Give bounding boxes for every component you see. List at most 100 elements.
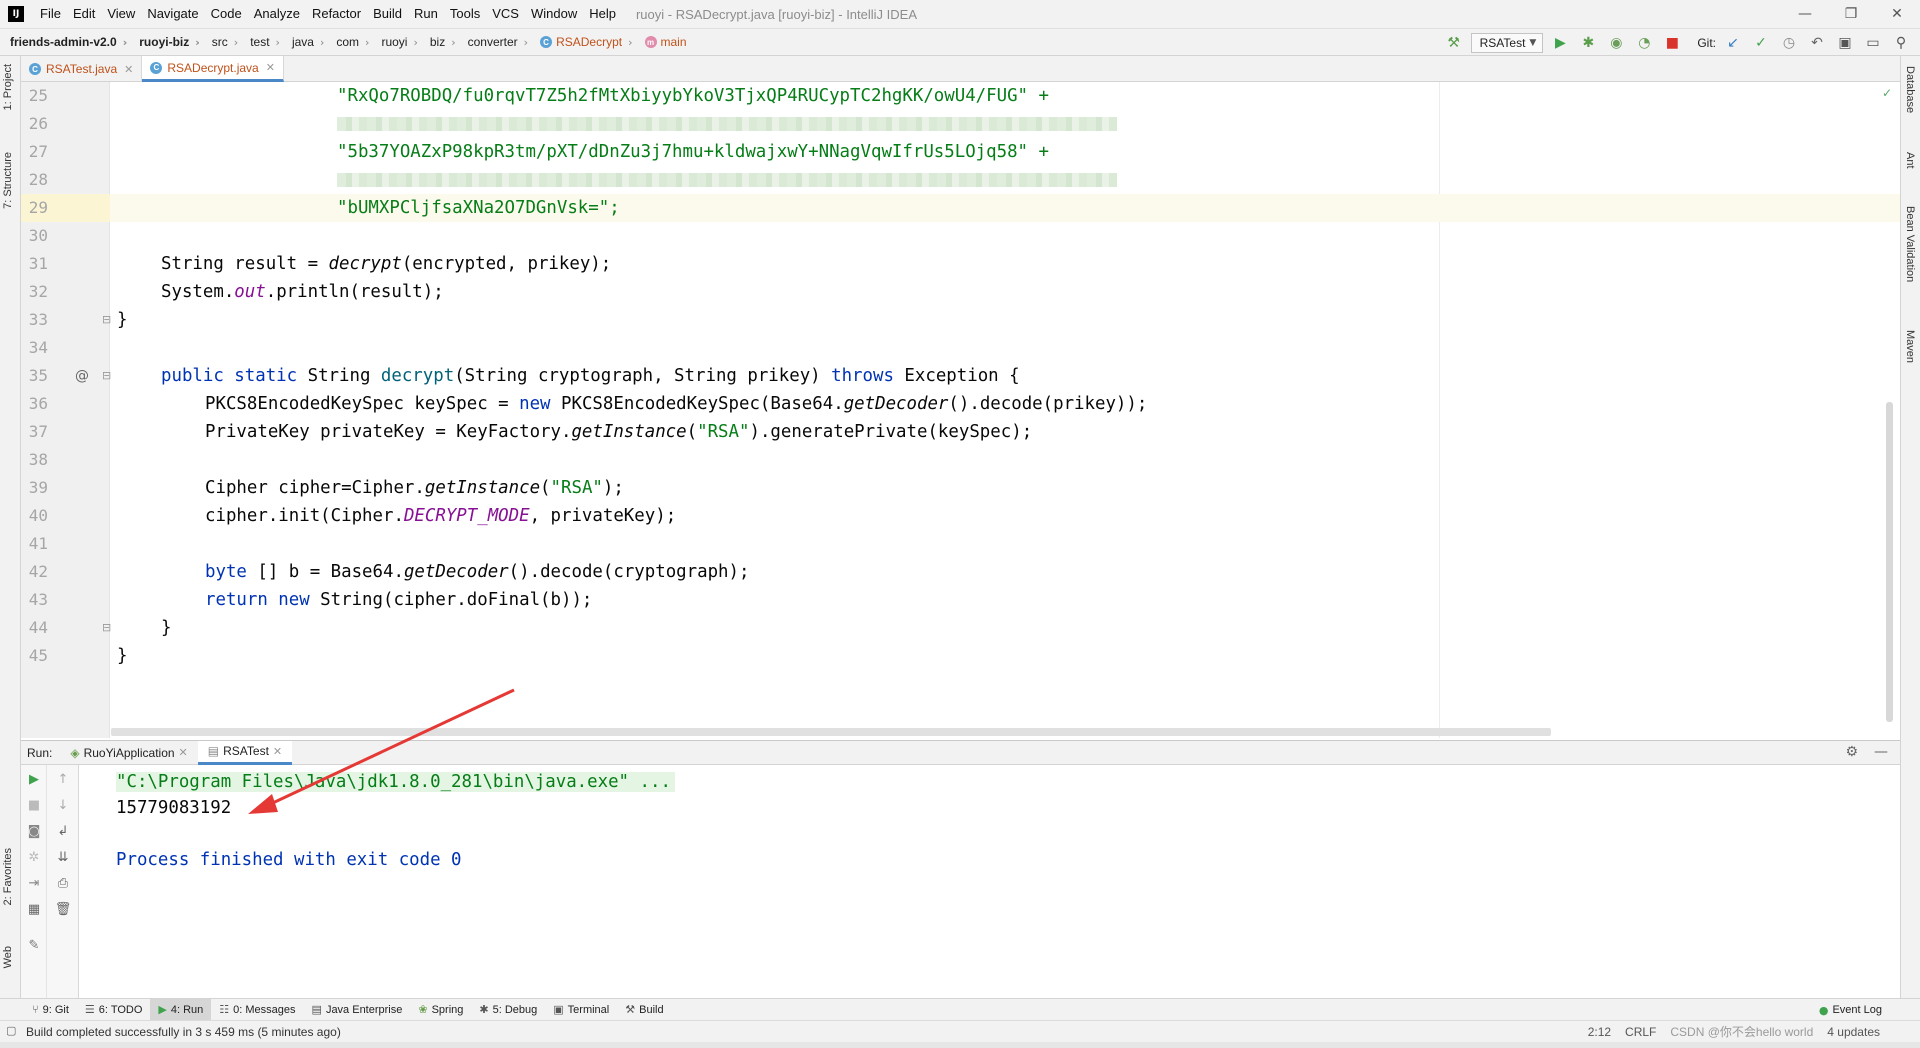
close-tab-icon[interactable]: ✕ bbox=[124, 63, 133, 76]
tool-spring[interactable]: ❀ Spring bbox=[410, 999, 471, 1021]
database-tool-tab[interactable]: Database bbox=[1904, 66, 1916, 113]
structure-tool-tab[interactable]: 7: Structure bbox=[2, 152, 14, 209]
bean-validation-tool-tab[interactable]: Bean Validation bbox=[1904, 206, 1916, 282]
git-update-icon[interactable]: ↙ bbox=[1722, 32, 1744, 54]
scroll-to-end-icon[interactable]: ⇊ bbox=[53, 847, 73, 867]
ant-tool-tab[interactable]: Ant bbox=[1904, 152, 1916, 169]
tool-java-enterprise[interactable]: ▤ Java Enterprise bbox=[304, 999, 411, 1021]
breadcrumb-dir-src[interactable]: src › bbox=[202, 35, 240, 49]
window-controls: — ❐ ✕ bbox=[1782, 0, 1920, 28]
bottom-edge bbox=[0, 1042, 1920, 1048]
coverage-icon[interactable]: ◉ bbox=[1605, 32, 1627, 54]
close-tab-icon[interactable]: ✕ bbox=[266, 61, 275, 74]
menu-edit[interactable]: Edit bbox=[67, 0, 101, 28]
menu-file[interactable]: File bbox=[34, 0, 67, 28]
run-tab-ruoyiapplication[interactable]: ◈ RuoYiApplication ✕ bbox=[60, 741, 197, 765]
fold-marker-icon[interactable]: ⊟ bbox=[102, 362, 111, 390]
close-tab-icon[interactable]: ✕ bbox=[273, 745, 282, 758]
pin-icon[interactable]: ✎ bbox=[24, 935, 44, 955]
breadcrumb-dir-test[interactable]: test › bbox=[240, 35, 282, 49]
tool-build[interactable]: ⚒ Build bbox=[617, 999, 671, 1021]
run-tab-rsatest[interactable]: ▤ RSATest ✕ bbox=[197, 740, 293, 765]
tool-run[interactable]: ▶ 4: Run bbox=[150, 998, 212, 1021]
tool-debug[interactable]: ✱ 5: Debug bbox=[471, 999, 545, 1021]
tab-rsatest-java[interactable]: C RSATest.java ✕ bbox=[21, 56, 143, 82]
line-separator[interactable]: CRLF bbox=[1625, 1021, 1656, 1043]
console-output[interactable]: "C:\Program Files\Java\jdk1.8.0_281\bin\… bbox=[79, 765, 1900, 999]
breadcrumb-dir-com[interactable]: com › bbox=[326, 35, 371, 49]
fold-marker-icon[interactable]: ⊟ bbox=[102, 614, 111, 642]
print-icon[interactable]: ⎙ bbox=[53, 873, 73, 893]
stop-icon[interactable]: ■ bbox=[24, 795, 44, 815]
menu-vcs[interactable]: VCS bbox=[486, 0, 525, 28]
run-configuration-select[interactable]: RSATest ▼ bbox=[1470, 33, 1544, 53]
menu-help[interactable]: Help bbox=[583, 0, 622, 28]
menu-analyze[interactable]: Analyze bbox=[248, 0, 306, 28]
breadcrumb-dir-ruoyi[interactable]: ruoyi › bbox=[371, 35, 419, 49]
tool-terminal[interactable]: ▣ Terminal bbox=[545, 999, 617, 1021]
tool-git[interactable]: ⑂ 9: Git bbox=[24, 999, 77, 1021]
git-rollback-icon[interactable]: ↶ bbox=[1806, 32, 1828, 54]
breadcrumb-dir-java[interactable]: java › bbox=[282, 35, 326, 49]
code-editor[interactable]: ✓ 25 "RxQo7ROBDQ/fu0rqvT7Z5h2fMtXbiyybYko… bbox=[21, 82, 1900, 738]
debug-icon[interactable]: ✱ bbox=[1577, 32, 1599, 54]
exit-icon[interactable]: ⇥ bbox=[24, 873, 44, 893]
git-commit-icon[interactable]: ✓ bbox=[1750, 32, 1772, 54]
breadcrumb-project[interactable]: friends-admin-v2.0 › bbox=[0, 35, 129, 49]
project-structure-icon[interactable]: ▣ bbox=[1834, 32, 1856, 54]
gear-icon[interactable]: ⚙ bbox=[1845, 744, 1858, 760]
code-string: "5b37YOAZxP98kpR3tm/pXT/dDnZu3j7hmu+kldw… bbox=[337, 142, 1049, 162]
scrollbar-thumb[interactable] bbox=[1886, 402, 1893, 722]
soft-wrap-icon[interactable]: ↲ bbox=[53, 821, 73, 841]
breadcrumb-dir-label: test bbox=[250, 35, 270, 49]
spring-boot-icon: ◈ bbox=[70, 745, 80, 760]
breadcrumb-dir-converter[interactable]: converter › bbox=[458, 35, 530, 49]
menu-run[interactable]: Run bbox=[408, 0, 444, 28]
restore-button[interactable]: ❐ bbox=[1828, 0, 1874, 28]
hide-icon[interactable]: — bbox=[1874, 744, 1888, 760]
tool-messages[interactable]: ☷ 0: Messages bbox=[211, 999, 303, 1021]
hammer-build-icon[interactable]: ⚒ bbox=[1443, 32, 1465, 54]
tab-rsadecrypt-java[interactable]: C RSADecrypt.java ✕ bbox=[142, 56, 284, 82]
breadcrumb-method[interactable]: m main bbox=[635, 35, 689, 49]
menu-navigate[interactable]: Navigate bbox=[141, 0, 204, 28]
menu-window[interactable]: Window bbox=[525, 0, 583, 28]
menu-tools[interactable]: Tools bbox=[444, 0, 486, 28]
close-window-button[interactable]: ✕ bbox=[1874, 0, 1920, 28]
git-history-icon[interactable]: ◷ bbox=[1778, 32, 1800, 54]
profile-icon[interactable]: ◔ bbox=[1633, 32, 1655, 54]
search-icon[interactable]: ⚲ bbox=[1890, 32, 1912, 54]
project-tool-tab[interactable]: 1: Project bbox=[2, 64, 14, 110]
web-tool-tab[interactable]: Web bbox=[2, 946, 14, 968]
menu-view[interactable]: View bbox=[101, 0, 141, 28]
menu-build[interactable]: Build bbox=[367, 0, 408, 28]
layout-icon[interactable]: ▦ bbox=[24, 899, 44, 919]
breadcrumb-dir-biz[interactable]: biz › bbox=[420, 35, 458, 49]
rerun-icon[interactable]: ▶ bbox=[24, 769, 44, 789]
editor-horizontal-scrollbar[interactable] bbox=[111, 728, 1551, 736]
caret-position[interactable]: 2:12 bbox=[1588, 1021, 1611, 1043]
code-line: 37 PrivateKey privateKey = KeyFactory.get… bbox=[21, 418, 1900, 446]
arrow-up-icon[interactable]: ↑ bbox=[53, 769, 73, 789]
presentation-icon[interactable]: ▭ bbox=[1862, 32, 1884, 54]
dump-threads-icon[interactable]: ✲ bbox=[24, 847, 44, 867]
menu-code[interactable]: Code bbox=[205, 0, 248, 28]
tool-todo[interactable]: ☰ 6: TODO bbox=[77, 999, 150, 1021]
updates-indicator[interactable]: 4 updates bbox=[1827, 1021, 1880, 1043]
arrow-down-icon[interactable]: ↓ bbox=[53, 795, 73, 815]
maven-tool-tab[interactable]: Maven bbox=[1904, 330, 1916, 363]
close-tab-icon[interactable]: ✕ bbox=[179, 746, 188, 759]
tool-event-log[interactable]: ● Event Log bbox=[1811, 999, 1890, 1021]
fold-marker-icon[interactable]: ⊟ bbox=[102, 306, 111, 334]
breadcrumb-module[interactable]: ruoyi-biz › bbox=[129, 35, 202, 49]
menu-refactor[interactable]: Refactor bbox=[306, 0, 367, 28]
minimize-button[interactable]: — bbox=[1782, 0, 1828, 28]
favorites-tool-tab[interactable]: 2: Favorites bbox=[2, 848, 14, 905]
breadcrumb-class[interactable]: C RSADecrypt › bbox=[530, 35, 634, 49]
stop-icon[interactable]: ■ bbox=[1661, 32, 1683, 54]
trash-icon[interactable]: 🗑 bbox=[53, 899, 73, 919]
editor-vertical-scrollbar[interactable] bbox=[1886, 82, 1894, 738]
editor-tab-bar: C RSATest.java ✕ C RSADecrypt.java ✕ bbox=[21, 56, 1900, 82]
camera-icon[interactable]: ◙ bbox=[24, 821, 44, 841]
run-icon[interactable]: ▶ bbox=[1549, 32, 1571, 54]
